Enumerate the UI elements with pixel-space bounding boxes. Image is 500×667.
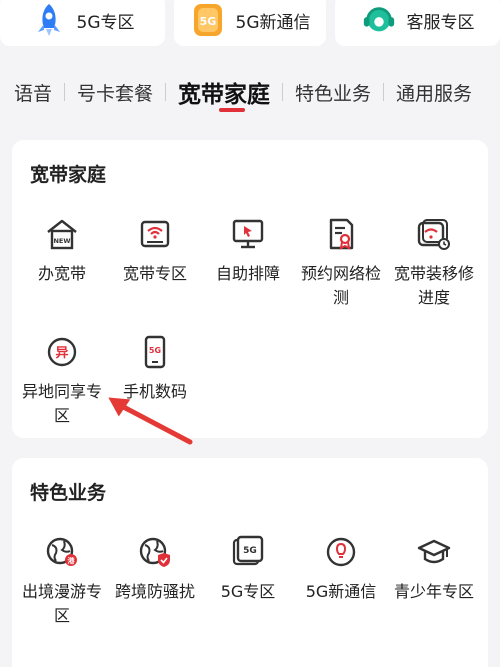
active-tab-indicator <box>219 108 245 112</box>
monitor-cursor-icon <box>228 214 268 254</box>
wifi-clock-icon <box>414 214 454 254</box>
grid-item-label: 宽带装移修进度 <box>393 264 474 307</box>
rocket-icon <box>31 2 67 38</box>
headset-icon <box>361 2 397 38</box>
certificate-icon <box>321 214 361 254</box>
grid-item-label: 办宽带 <box>37 264 86 283</box>
new-house-icon: NEW <box>42 214 82 254</box>
category-tabs: 语音 号卡套餐 宽带家庭 特色业务 通用服务 <box>0 70 500 114</box>
globe-shield-icon <box>135 532 175 572</box>
graduation-cap-icon <box>414 532 454 572</box>
grid-item-5g-new-comm[interactable]: 5G新通信 <box>295 532 387 604</box>
broadband-section: 宽带家庭 NEW 办宽带 宽带专区 自助排障 预约网络检测 宽带装移修进度 异 … <box>12 140 488 438</box>
grid-item-apply-broadband[interactable]: NEW 办宽带 <box>16 214 108 286</box>
5g-badge-text: 5G <box>149 346 161 355</box>
tab-broadband-home[interactable]: 宽带家庭 <box>166 75 282 109</box>
section-title: 特色业务 <box>30 482 107 504</box>
globe-roaming-icon: 港 <box>42 532 82 572</box>
grid-item-roaming[interactable]: 港 出境漫游专区 <box>16 532 108 628</box>
quick-card-label: 客服专区 <box>406 12 475 33</box>
grid-item-label: 异地同享专区 <box>21 382 102 425</box>
quick-card-label: 5G专区 <box>76 12 135 33</box>
grid-item-5g-zone[interactable]: 5G 5G专区 <box>202 532 294 604</box>
svg-text:港: 港 <box>68 556 76 565</box>
tab-number-plan[interactable]: 号卡套餐 <box>65 79 165 106</box>
grid-item-anti-harass[interactable]: 跨境防骚扰 <box>109 532 201 604</box>
yi-badge-text: 异 <box>55 346 68 361</box>
red-arrow-annotation <box>108 397 193 445</box>
new-badge-text: NEW <box>53 237 70 245</box>
grid-item-youth-zone[interactable]: 青少年专区 <box>388 532 480 604</box>
quick-card-service[interactable]: 客服专区 <box>335 0 500 46</box>
grid-item-broadband-zone[interactable]: 宽带专区 <box>109 214 201 286</box>
quick-card-5g-zone[interactable]: 5G专区 <box>0 0 165 46</box>
5g-square-icon: 5G <box>228 532 268 572</box>
grid-item-install-progress[interactable]: 宽带装移修进度 <box>388 214 480 310</box>
grid-item-label: 宽带专区 <box>122 264 187 283</box>
grid-item-label: 5G专区 <box>220 582 276 601</box>
grid-item-label: 跨境防骚扰 <box>114 582 195 601</box>
quick-cards-row: 5G专区 5G 5G新通信 客服专区 <box>0 0 500 50</box>
phone-5g-icon: 5G <box>135 332 175 372</box>
grid-item-label: 5G新通信 <box>305 582 377 601</box>
5g-badge-text: 5G <box>243 546 257 556</box>
yi-circle-icon: 异 <box>42 332 82 372</box>
grid-item-self-troubleshoot[interactable]: 自助排障 <box>202 214 294 286</box>
special-services-section: 特色业务 港 出境漫游专区 跨境防骚扰 5G 5G专区 5G新通信 青少年专区 <box>12 458 488 667</box>
quick-card-5g-new-comm[interactable]: 5G 5G新通信 <box>174 0 326 46</box>
grid-item-label: 青少年专区 <box>393 582 474 601</box>
tab-general-services[interactable]: 通用服务 <box>384 79 484 106</box>
grid-item-label: 出境漫游专区 <box>21 582 102 625</box>
tab-special-services[interactable]: 特色业务 <box>283 79 383 106</box>
grid-item-remote-share[interactable]: 异 异地同享专区 <box>16 332 108 428</box>
tab-voice[interactable]: 语音 <box>0 79 64 106</box>
lightbulb-icon <box>321 532 361 572</box>
grid-item-label: 自助排障 <box>215 264 280 283</box>
5g-badge-icon: 5G <box>190 2 226 38</box>
section-title: 宽带家庭 <box>30 164 107 186</box>
quick-card-label: 5G新通信 <box>235 12 311 33</box>
router-icon <box>135 214 175 254</box>
5g-badge-text: 5G <box>199 15 216 28</box>
grid-item-network-check[interactable]: 预约网络检测 <box>295 214 387 310</box>
grid-item-label: 预约网络检测 <box>300 264 381 307</box>
